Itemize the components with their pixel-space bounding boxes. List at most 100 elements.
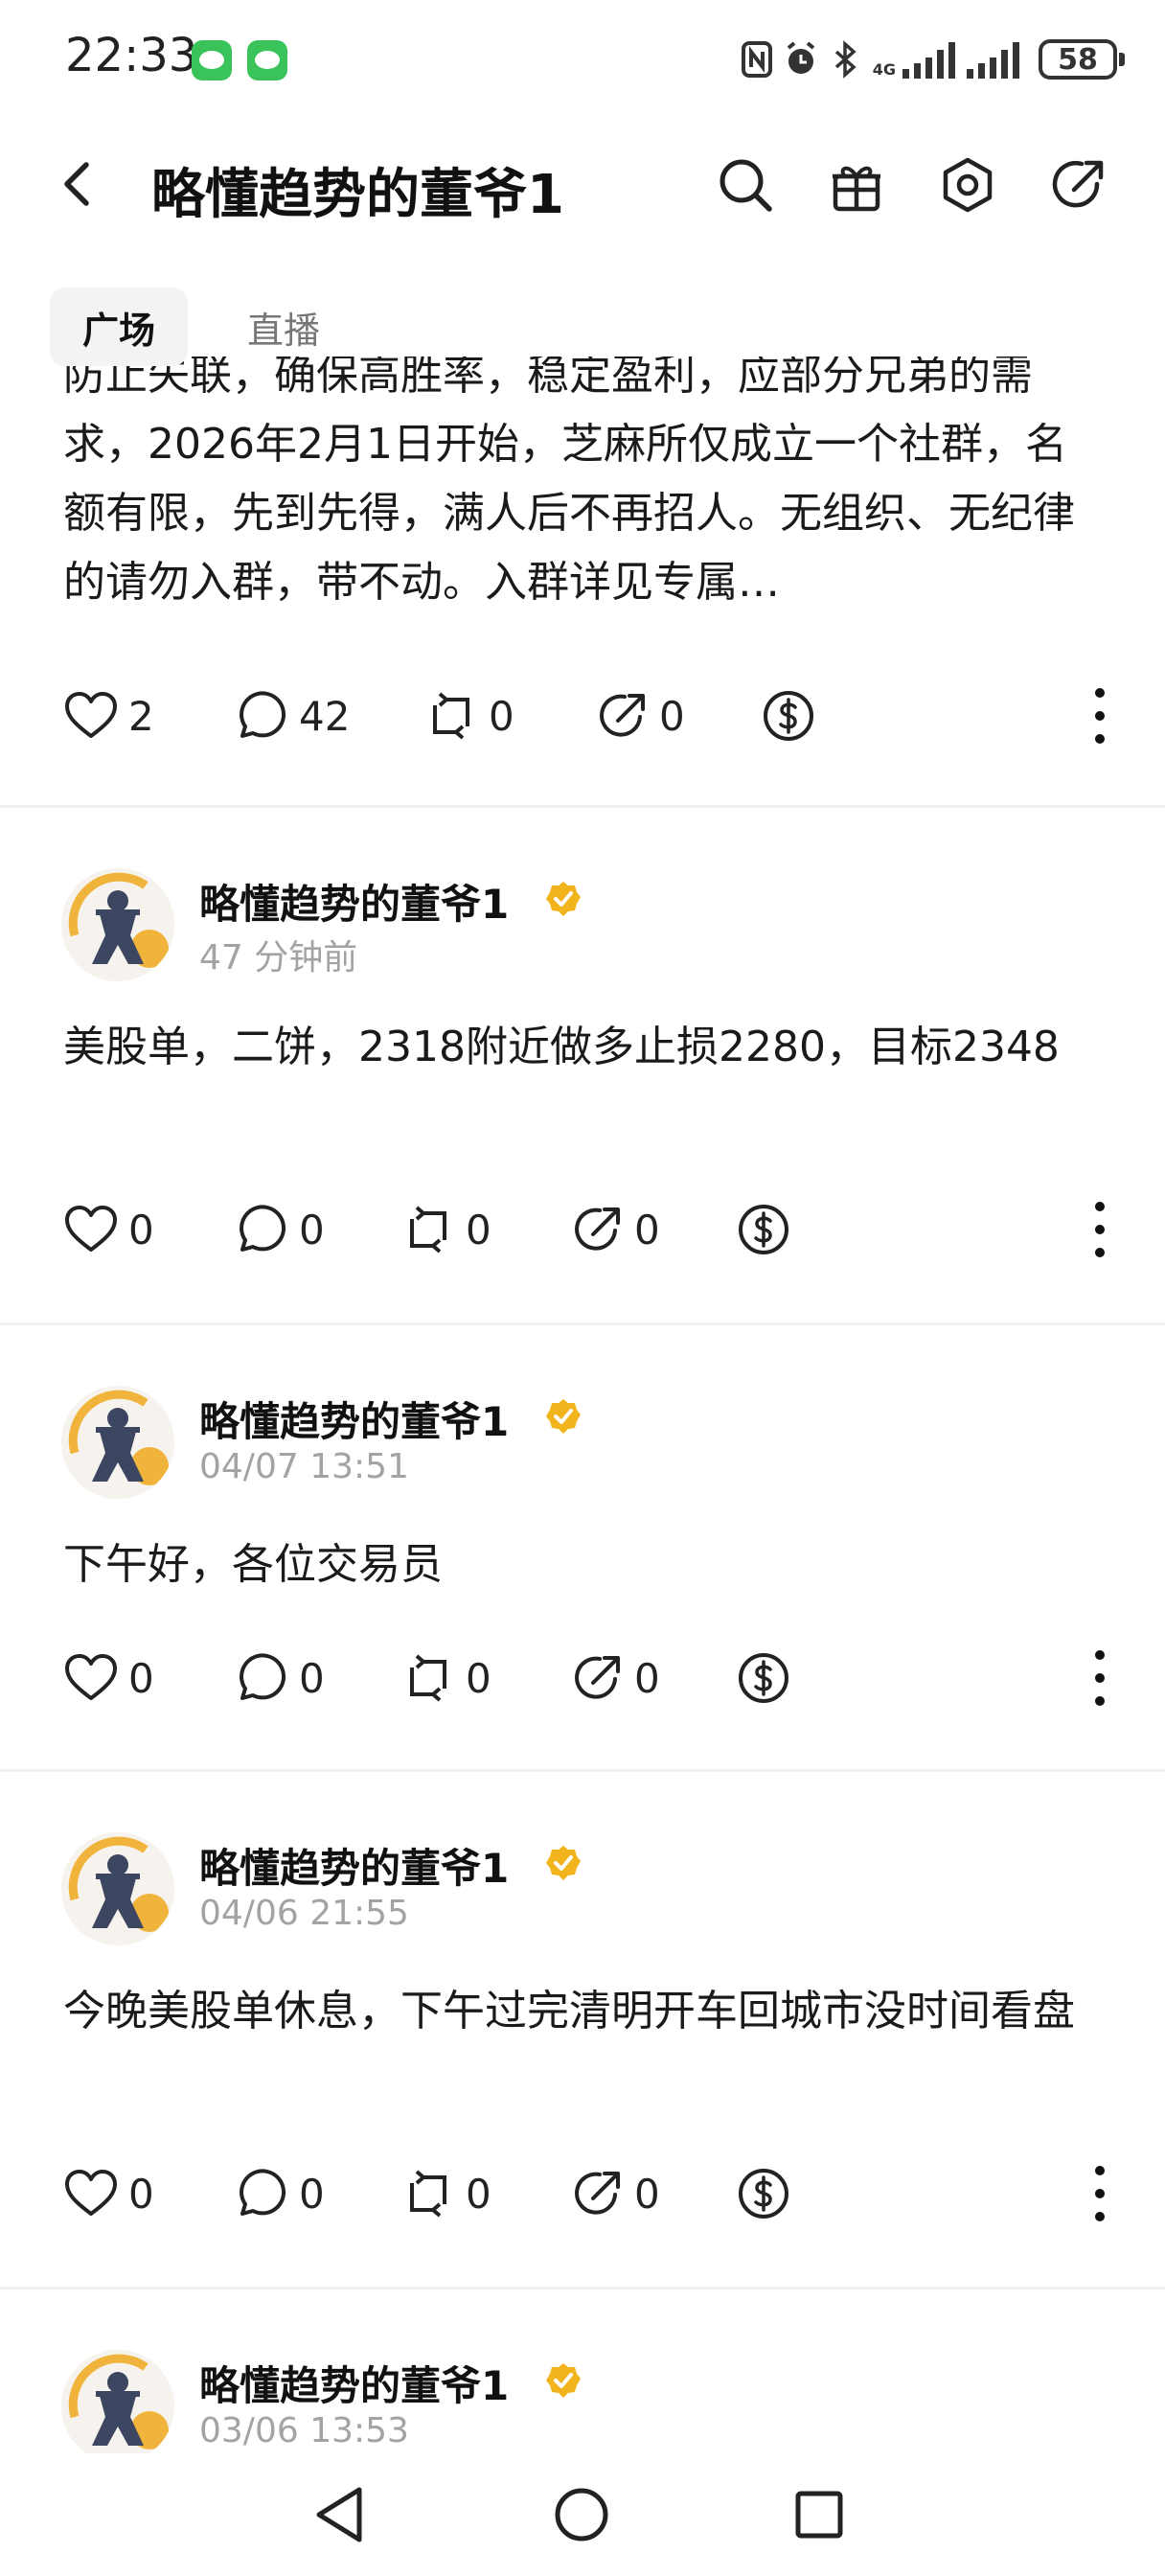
post-card[interactable]: 略懂趋势的董爷1 03/06 13:53: [0, 2350, 1165, 2453]
repost-button[interactable]: 0: [400, 2160, 491, 2227]
comment-button[interactable]: 0: [234, 1196, 325, 1263]
post-feed[interactable]: 防止失联，确保高胜率，稳定盈利，应部分兄弟的需求，2026年2月1日开始，芝麻所…: [0, 356, 1165, 2453]
avatar[interactable]: [61, 1386, 174, 1499]
post-time: 47 分钟前: [199, 938, 358, 978]
nav-back-button[interactable]: [300, 2474, 380, 2555]
more-options-button[interactable]: [1090, 1650, 1109, 1706]
share-icon: [1052, 160, 1104, 208]
author-name[interactable]: 略懂趋势的董爷1: [199, 2354, 509, 2412]
comment-button[interactable]: 42: [234, 682, 350, 749]
more-options-button[interactable]: [1090, 2166, 1109, 2221]
network-badge: 4G: [872, 60, 896, 79]
heart-icon: [65, 2170, 117, 2216]
tip-button[interactable]: [736, 1196, 791, 1263]
author-name[interactable]: 略懂趋势的董爷1: [199, 872, 509, 931]
tab-live[interactable]: 直播: [215, 288, 353, 366]
bluetooth-icon: [834, 40, 857, 79]
gift-button[interactable]: [825, 153, 888, 217]
post-card[interactable]: 略懂趋势的董爷1 04/07 13:51 下午好，各位交易员 0 0 0 0: [0, 1386, 1165, 1760]
tip-button[interactable]: [736, 2160, 791, 2227]
repost-icon: [433, 692, 469, 740]
heart-icon: [65, 1654, 117, 1700]
comment-count: 42: [299, 692, 351, 740]
nav-home-button[interactable]: [541, 2474, 622, 2555]
ninja-avatar-icon: [61, 2350, 174, 2453]
verified-badge-icon: [546, 1846, 581, 1880]
like-button[interactable]: 0: [63, 2160, 154, 2227]
ninja-avatar-icon: [61, 1386, 174, 1499]
post-time: 03/06 13:53: [199, 2411, 409, 2450]
author-name[interactable]: 略懂趋势的董爷1: [199, 1390, 509, 1448]
like-count: 0: [128, 1206, 154, 1254]
repost-button[interactable]: 0: [400, 1644, 491, 1712]
back-triangle-icon: [316, 2487, 362, 2542]
share-button[interactable]: [1047, 153, 1110, 217]
comment-icon: [240, 1205, 286, 1252]
wechat-icon: [192, 40, 232, 80]
signal-icon: [967, 40, 1019, 79]
back-icon: [64, 162, 89, 206]
share-button[interactable]: 0: [569, 2160, 660, 2227]
author-row: 略懂趋势的董爷1 04/07 13:51: [0, 1386, 1165, 1520]
author-row: 略懂趋势的董爷1 04/06 21:55: [0, 1832, 1165, 1966]
share-count: 0: [659, 692, 685, 740]
post-content: 防止失联，确保高胜率，稳定盈利，应部分兄弟的需求，2026年2月1日开始，芝麻所…: [63, 356, 1075, 607]
repost-count: 0: [466, 1654, 491, 1702]
post-time: 04/07 13:51: [199, 1447, 409, 1486]
dollar-coin-icon: [739, 1653, 788, 1703]
repost-icon: [410, 2170, 446, 2218]
avatar[interactable]: [61, 868, 174, 981]
verified-badge-icon: [546, 882, 581, 916]
nav-recents-button[interactable]: [779, 2474, 859, 2555]
verified-badge-icon: [546, 2363, 581, 2398]
tip-button[interactable]: [761, 682, 816, 749]
comment-icon: [240, 1653, 286, 1700]
more-options-button[interactable]: [1090, 1202, 1109, 1257]
comment-count: 0: [299, 2170, 325, 2218]
share-button[interactable]: 0: [594, 682, 685, 749]
status-indicators: 4G 58: [741, 34, 1125, 84]
back-button[interactable]: [48, 155, 105, 213]
heart-icon: [65, 692, 117, 738]
post-actions: 0 0 0 0: [0, 1196, 1165, 1263]
share-icon: [575, 1208, 620, 1251]
post-content: 今晚美股单休息，下午过完清明开车回城市没时间看盘: [63, 1987, 1075, 2036]
repost-icon: [410, 1206, 446, 1254]
comment-button[interactable]: 0: [234, 2160, 325, 2227]
ninja-avatar-icon: [61, 868, 174, 981]
share-icon: [575, 1656, 620, 1699]
comment-icon: [240, 2169, 286, 2216]
post-content: 美股单，二饼，2318附近做多止损2280，目标2348: [63, 1023, 1060, 1071]
repost-icon: [410, 1654, 446, 1702]
battery-level: 58: [1058, 42, 1098, 77]
search-button[interactable]: [714, 153, 777, 217]
avatar[interactable]: [61, 1832, 174, 1945]
post-card[interactable]: 略懂趋势的董爷1 04/06 21:55 今晚美股单休息，下午过完清明开车回城市…: [0, 1832, 1165, 2283]
avatar[interactable]: [61, 2350, 174, 2453]
post-card[interactable]: 略懂趋势的董爷1 47 分钟前 美股单，二饼，2318附近做多止损2280，目标…: [0, 868, 1165, 1319]
comment-button[interactable]: 0: [234, 1644, 325, 1712]
divider: [0, 1322, 1165, 1325]
author-name[interactable]: 略懂趋势的董爷1: [199, 1836, 509, 1895]
share-count: 0: [634, 1206, 660, 1254]
share-button[interactable]: 0: [569, 1196, 660, 1263]
tab-square[interactable]: 广场: [50, 288, 189, 366]
settings-button[interactable]: [936, 153, 999, 217]
dollar-coin-icon: [764, 691, 813, 741]
share-button[interactable]: 0: [569, 1644, 660, 1712]
like-button[interactable]: 2: [63, 682, 154, 749]
tip-button[interactable]: [736, 1644, 791, 1712]
more-options-button[interactable]: [1090, 688, 1109, 744]
wechat-icon: [247, 40, 287, 80]
heart-icon: [65, 1206, 117, 1252]
comment-count: 0: [299, 1206, 325, 1254]
like-count: 0: [128, 2170, 154, 2218]
like-button[interactable]: 0: [63, 1196, 154, 1263]
gift-icon: [833, 166, 880, 212]
post-card[interactable]: 防止失联，确保高胜率，稳定盈利，应部分兄弟的需求，2026年2月1日开始，芝麻所…: [0, 356, 1165, 807]
repost-button[interactable]: 0: [423, 682, 514, 749]
like-button[interactable]: 0: [63, 1644, 154, 1712]
comment-count: 0: [299, 1654, 325, 1702]
repost-button[interactable]: 0: [400, 1196, 491, 1263]
page-title: 略懂趋势的董爷1: [151, 164, 564, 226]
